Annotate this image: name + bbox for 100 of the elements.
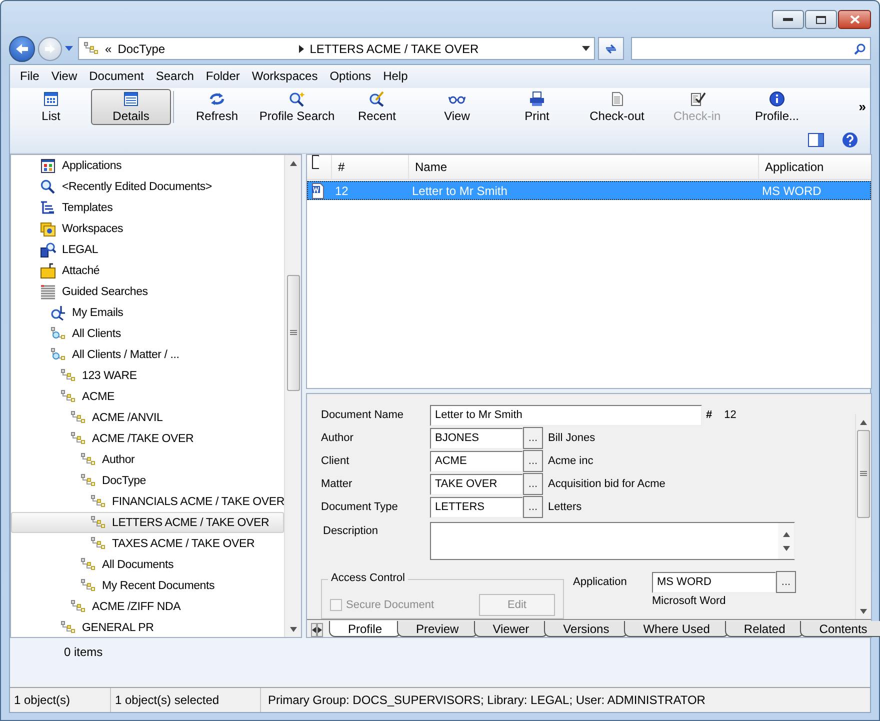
- address-bar[interactable]: « DocType LETTERS ACME / TAKE OVER: [78, 37, 595, 60]
- toolbar-button[interactable]: Check-out: [577, 88, 657, 125]
- tree-item[interactable]: My Recent Documents: [11, 575, 284, 596]
- minimize-button[interactable]: [772, 10, 804, 29]
- scroll-up-arrow[interactable]: [782, 532, 790, 537]
- back-button[interactable]: [9, 36, 35, 62]
- number-sign: #: [706, 409, 712, 422]
- tree-item[interactable]: LETTERS ACME / TAKE OVER: [11, 512, 284, 534]
- breadcrumb-overflow[interactable]: «: [105, 42, 112, 56]
- maximize-icon: [816, 16, 826, 24]
- dropdown-arrow-icon[interactable]: [582, 46, 590, 51]
- tree-item[interactable]: GENERAL PR: [11, 617, 284, 638]
- breadcrumb-segment[interactable]: DocType: [118, 42, 293, 56]
- tree-item[interactable]: All Clients: [11, 323, 284, 344]
- search-field[interactable]: [631, 37, 871, 60]
- lookup-button[interactable]: ...: [523, 450, 543, 472]
- tree-item[interactable]: My Emails: [11, 302, 284, 324]
- toolbar-button[interactable]: Recent: [337, 88, 417, 125]
- menu-item[interactable]: Document: [83, 69, 150, 84]
- tab[interactable]: Where Used: [624, 621, 729, 638]
- tree-item[interactable]: FINANCIALS ACME / TAKE OVER: [11, 491, 284, 512]
- tree-item[interactable]: Workspaces: [11, 218, 284, 240]
- input-field[interactable]: LETTERS: [430, 496, 523, 518]
- search-icon: [288, 90, 306, 107]
- scroll-up-arrow[interactable]: [860, 420, 867, 425]
- input-field[interactable]: TAKE OVER: [430, 474, 523, 495]
- field-label: Author: [321, 432, 354, 444]
- tab[interactable]: Versions: [544, 621, 628, 638]
- scrollbar-thumb[interactable]: [286, 275, 300, 392]
- column-header[interactable]: Name: [408, 155, 758, 180]
- scroll-down-arrow[interactable]: [290, 626, 296, 632]
- column-header[interactable]: Application: [758, 155, 871, 180]
- table-icon: [122, 90, 140, 107]
- toolbar-button[interactable]: Details: [91, 88, 171, 125]
- tab[interactable]: Related: [724, 621, 804, 638]
- close-button[interactable]: [838, 10, 871, 29]
- toolbar-button[interactable]: Profile Search: [257, 88, 337, 125]
- input-field[interactable]: BJONES: [430, 428, 523, 449]
- tab[interactable]: Preview: [397, 621, 478, 638]
- input-field[interactable]: MS WORD: [652, 572, 776, 593]
- tree-item[interactable]: Author: [11, 449, 284, 470]
- tree-item[interactable]: Templates: [11, 197, 284, 218]
- tree-item[interactable]: Applications: [11, 155, 284, 176]
- document-name-field[interactable]: Letter to Mr Smith: [430, 404, 702, 426]
- lookup-button[interactable]: ...: [523, 473, 543, 496]
- lookup-button[interactable]: ...: [776, 571, 796, 594]
- tab[interactable]: Viewer: [474, 621, 548, 638]
- tree-item[interactable]: Guided Searches: [11, 281, 284, 302]
- menu-item[interactable]: View: [45, 69, 84, 84]
- pane-icon[interactable]: [808, 132, 824, 147]
- tree-item[interactable]: All Clients / Matter / ...: [11, 344, 284, 366]
- tree-item[interactable]: TAXES ACME / TAKE OVER: [11, 533, 284, 554]
- menu-item[interactable]: File: [14, 69, 46, 84]
- search-icon[interactable]: [854, 42, 866, 54]
- toolbar-button[interactable]: List: [11, 88, 91, 125]
- tab[interactable]: Contents: [800, 621, 880, 638]
- scroll-down-arrow[interactable]: [860, 608, 867, 614]
- tree-item[interactable]: ACME /ANVIL: [11, 407, 284, 428]
- tree-item[interactable]: ACME /TAKE OVER: [11, 428, 284, 450]
- field-label: Matter: [321, 478, 354, 490]
- help-icon[interactable]: [842, 132, 858, 148]
- toolbar-button[interactable]: Print: [497, 88, 577, 125]
- toolbar-button[interactable]: Profile...: [737, 88, 817, 125]
- document-check-icon: [688, 90, 706, 107]
- breadcrumb-arrow-icon[interactable]: [298, 44, 304, 52]
- tab-scroll-left[interactable]: [311, 623, 317, 638]
- refresh-button[interactable]: [598, 37, 624, 60]
- toolbar-button[interactable]: View: [417, 88, 497, 125]
- library-search-icon: [40, 242, 56, 258]
- tree-node-icon: [70, 410, 86, 426]
- menu-item[interactable]: Options: [324, 69, 378, 84]
- description-field[interactable]: [430, 522, 795, 560]
- toolbar-button[interactable]: Refresh: [177, 88, 257, 125]
- tree-item[interactable]: LEGAL: [11, 239, 284, 260]
- input-field[interactable]: ACME: [430, 450, 523, 472]
- scrollbar-thumb[interactable]: [856, 430, 870, 518]
- scroll-up-arrow[interactable]: [290, 160, 296, 166]
- tree-item[interactable]: <Recently Edited Documents>: [11, 176, 284, 198]
- menu-item[interactable]: Help: [377, 69, 414, 84]
- tree-item[interactable]: DocType: [11, 470, 284, 492]
- scroll-down-arrow[interactable]: [782, 546, 790, 551]
- tree-item[interactable]: Attaché: [11, 260, 284, 282]
- lookup-button[interactable]: ...: [523, 427, 543, 450]
- left-arrow-icon: [15, 42, 29, 54]
- tab[interactable]: Profile: [329, 621, 402, 638]
- breadcrumb-segment[interactable]: LETTERS ACME / TAKE OVER: [310, 42, 576, 56]
- field-description: Letters: [548, 501, 582, 514]
- menu-item[interactable]: Search: [150, 69, 200, 84]
- lookup-button[interactable]: ...: [523, 496, 543, 518]
- tree-item[interactable]: ACME: [11, 386, 284, 408]
- toolbar-overflow-button[interactable]: »: [858, 99, 870, 114]
- column-header[interactable]: #: [331, 155, 408, 180]
- tree-item[interactable]: All Documents: [11, 554, 284, 576]
- maximize-button[interactable]: [805, 10, 837, 29]
- field-label: Document Type: [321, 501, 399, 514]
- tree-item[interactable]: 123 WARE: [11, 365, 284, 386]
- tab-scroll-right[interactable]: [317, 623, 323, 638]
- menu-item[interactable]: Folder: [200, 69, 246, 84]
- tree-item[interactable]: ACME /ZIFF NDA: [11, 596, 284, 618]
- menu-item[interactable]: Workspaces: [246, 69, 324, 84]
